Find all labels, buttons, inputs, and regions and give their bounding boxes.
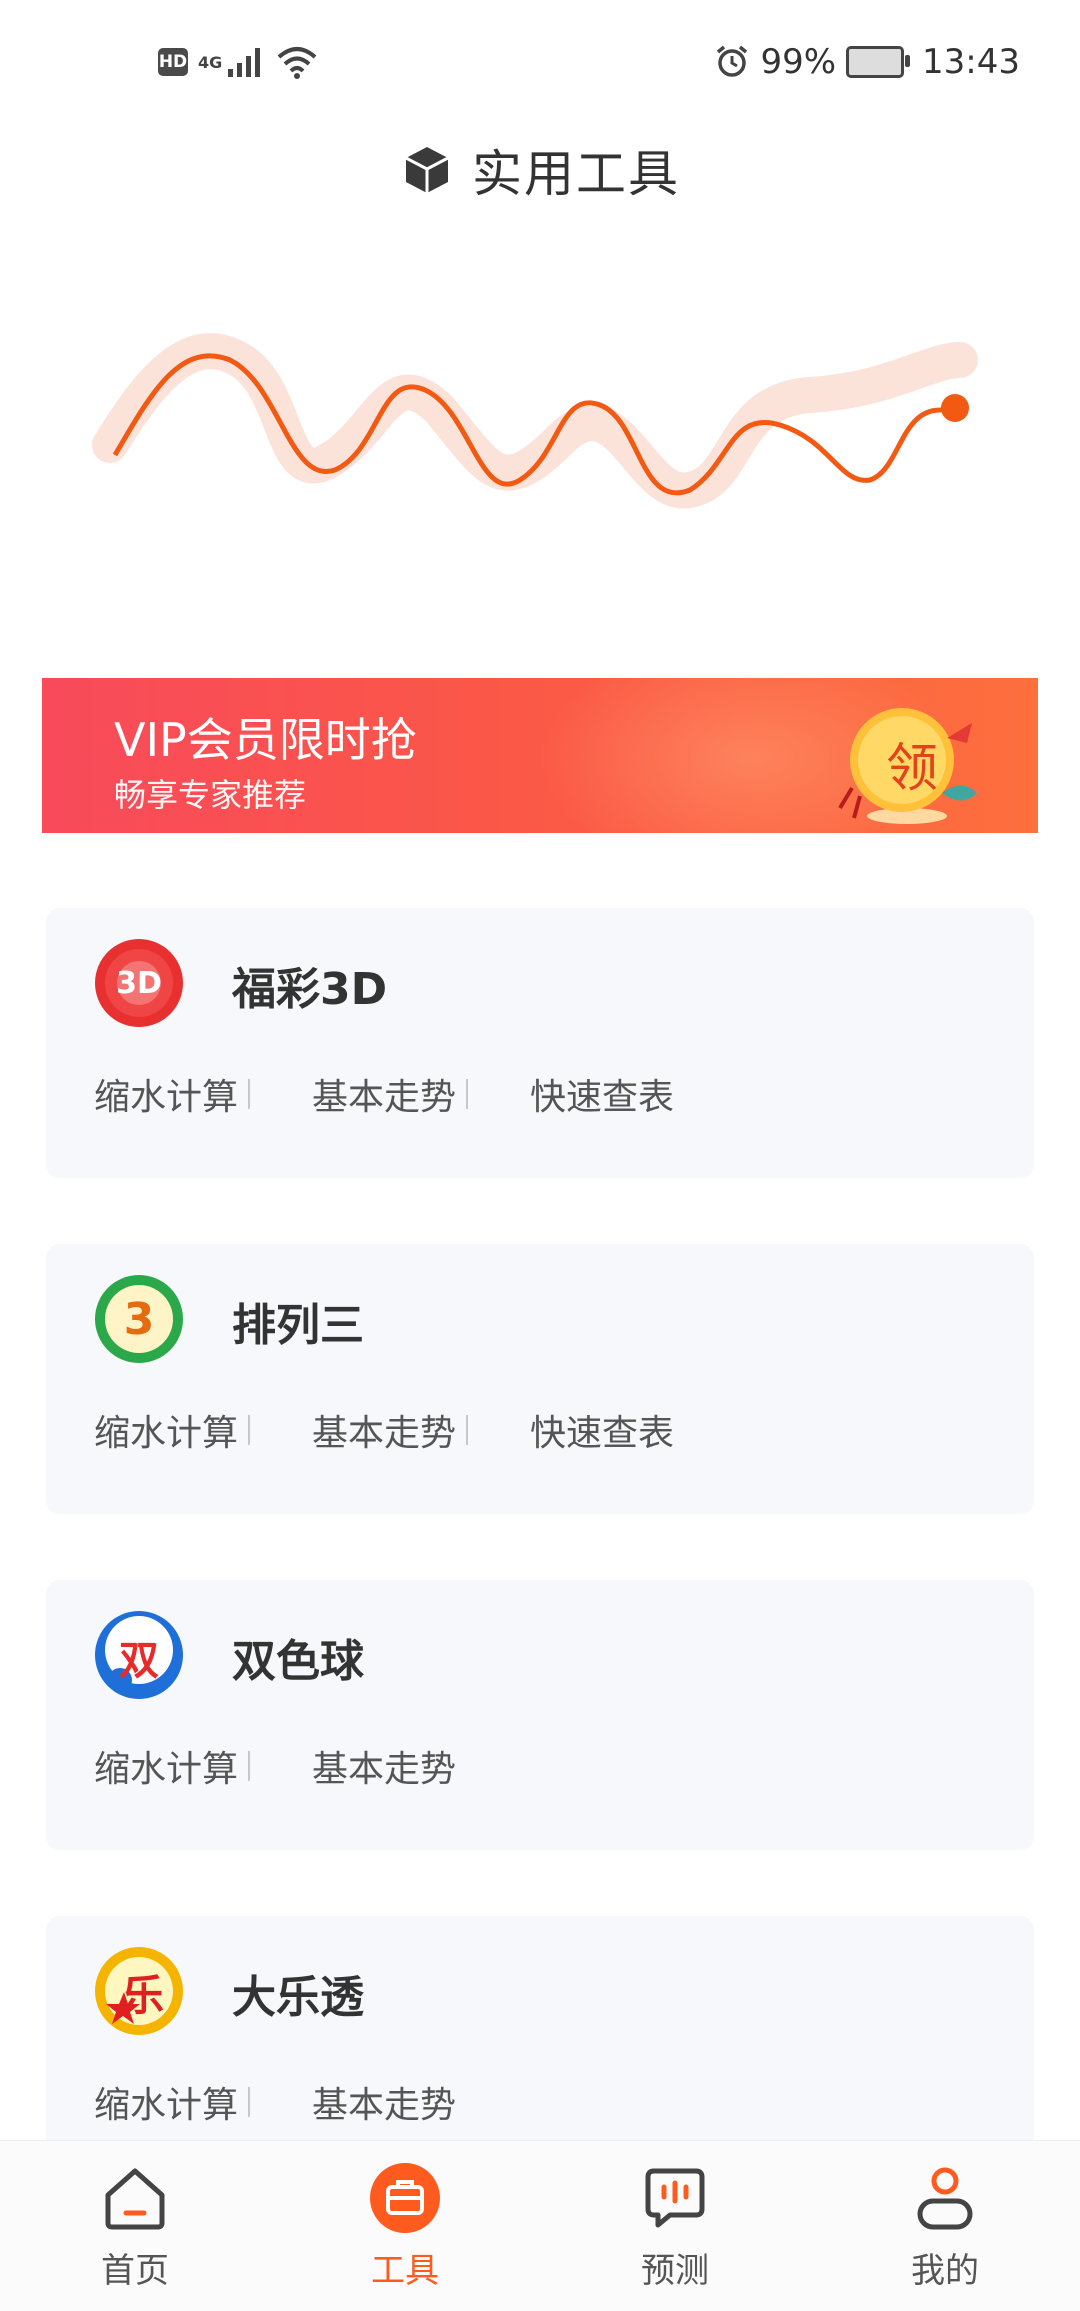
banner-subtitle: 畅享专家推荐	[114, 776, 307, 814]
user-icon	[917, 2167, 973, 2230]
tool-name: 福彩3D	[232, 964, 388, 1015]
cube-icon	[405, 147, 449, 193]
link-basic-trend[interactable]: 基本走势	[312, 1068, 498, 1120]
tool-card-shuangseqiu[interactable]: 双 双色球 缩水计算 基本走势	[46, 1580, 1034, 1850]
link-quick-lookup[interactable]: 快速查表	[530, 1404, 716, 1456]
nav-tools-label: 工具	[371, 2251, 439, 2291]
status-right: 99% 13:43	[714, 40, 1020, 84]
fucai3d-logo-text: 3D	[116, 966, 162, 1001]
link-basic-trend[interactable]: 基本走势	[312, 2076, 498, 2128]
bottom-nav: 首页 工具 预测 我的	[0, 2140, 1080, 2311]
hd-badge: HD	[158, 48, 188, 76]
nav-mine[interactable]: 我的	[865, 2163, 1025, 2292]
wave-end-dot	[941, 394, 969, 422]
tool-links: 缩水计算 基本走势	[94, 1740, 498, 1792]
status-bar: HD 4G 99% 13:43	[0, 0, 1080, 125]
divider	[248, 1415, 250, 1445]
link-shrink-calc[interactable]: 缩水计算	[94, 1404, 280, 1456]
toolbox-icon	[370, 2163, 440, 2233]
signal-icon	[228, 48, 261, 77]
home-icon	[105, 2168, 165, 2230]
battery-icon	[846, 46, 911, 78]
wifi-icon	[277, 47, 317, 79]
shuangseqiu-logo-text: 双	[119, 1638, 159, 1684]
divider	[248, 1079, 250, 1109]
tool-links: 缩水计算 基本走势 快速查表	[94, 1068, 716, 1120]
tool-name: 排列三	[232, 1300, 364, 1351]
nav-predict[interactable]: 预测	[595, 2163, 755, 2292]
pailie3-logo-text: 3	[123, 1294, 155, 1345]
divider	[248, 2087, 250, 2117]
tool-card-fucai3d[interactable]: 3D 福彩3D 缩水计算 基本走势 快速查表	[46, 908, 1034, 1178]
link-shrink-calc[interactable]: 缩水计算	[94, 1068, 280, 1120]
tool-name: 双色球	[232, 1636, 364, 1687]
tool-name: 大乐透	[232, 1972, 364, 2023]
link-basic-trend[interactable]: 基本走势	[312, 1404, 498, 1456]
link-shrink-calc[interactable]: 缩水计算	[94, 2076, 280, 2128]
banner-title: VIP会员限时抢	[114, 713, 417, 767]
tool-links: 缩水计算 基本走势 快速查表	[94, 1404, 716, 1456]
link-quick-lookup[interactable]: 快速查表	[530, 1068, 716, 1120]
nav-mine-label: 我的	[911, 2251, 979, 2291]
coin-label: 领	[885, 739, 938, 799]
nav-predict-label: 预测	[641, 2251, 709, 2291]
divider	[466, 1415, 468, 1445]
alarm-icon	[717, 45, 748, 77]
nav-home[interactable]: 首页	[55, 2163, 215, 2292]
battery-percent: 99%	[760, 42, 837, 82]
nav-tools[interactable]: 工具	[325, 2163, 485, 2292]
loading-wave-animation	[92, 333, 978, 509]
vip-promo-banner[interactable]: VIP会员限时抢 畅享专家推荐 领	[42, 678, 1038, 833]
divider	[466, 1079, 468, 1109]
daletou-logo-text: 乐	[121, 1971, 164, 2020]
link-basic-trend[interactable]: 基本走势	[312, 1740, 498, 1792]
nav-home-label: 首页	[101, 2251, 169, 2291]
clock: 13:43	[922, 42, 1020, 82]
tool-links: 缩水计算 基本走势	[94, 2076, 498, 2128]
page-title: 实用工具	[472, 145, 680, 203]
tool-card-pailie3[interactable]: 3 排列三 缩水计算 基本走势 快速查表	[46, 1244, 1034, 1514]
status-left: HD 4G	[158, 40, 318, 84]
link-shrink-calc[interactable]: 缩水计算	[94, 1740, 280, 1792]
chat-bars-icon	[645, 2168, 705, 2228]
divider	[248, 1751, 250, 1781]
page-header: 实用工具	[0, 135, 1080, 205]
network-label: 4G	[198, 52, 223, 72]
